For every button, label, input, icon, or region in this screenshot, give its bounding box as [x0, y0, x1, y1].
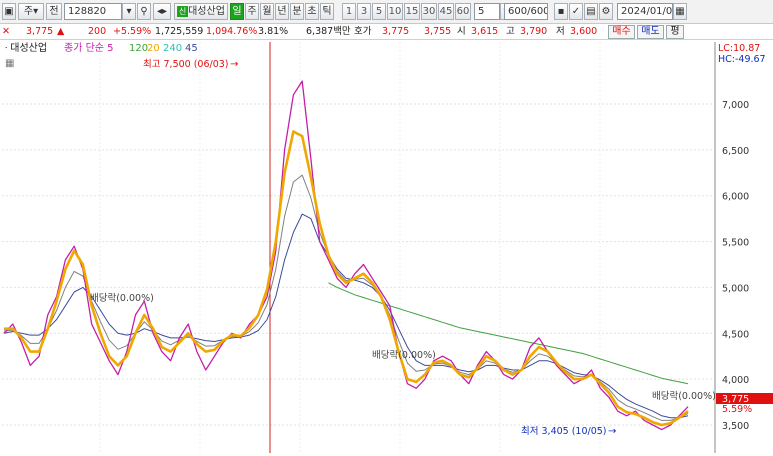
calendar-icon[interactable]: ▦: [673, 3, 687, 20]
interval-1[interactable]: 1: [342, 3, 356, 20]
y-tick-label: 6,500: [722, 146, 749, 157]
search-icon[interactable]: ⚲: [137, 3, 151, 20]
prev-next-icon[interactable]: ◂▸: [153, 3, 171, 20]
volume-ratio: 1,094.76%: [206, 26, 258, 37]
chart-toolbar: ▣ 주▾ 전 128820 ▾ ⚲ ◂▸ 신 대성산업 일 주 월 년 분 초 틱…: [0, 0, 773, 24]
ho-label: 호가: [354, 26, 372, 37]
period-month[interactable]: 월: [260, 3, 274, 20]
chart-svg: 7,000 6,500 6,000 5,500 5,000 4,500 4,000 3,500…: [2, 42, 773, 453]
price-chart[interactable]: 7,000 6,500 6,000 5,500 5,000 4,500 4,000 3,500…: [0, 42, 773, 453]
stock-name-field: 신 대성산업: [174, 3, 228, 20]
save-icon[interactable]: ▤: [584, 3, 598, 20]
change: 200: [88, 26, 107, 37]
interval-30[interactable]: 30: [421, 3, 437, 20]
count-input[interactable]: 600/600: [504, 3, 548, 20]
y-tick-label: 5,500: [722, 238, 749, 249]
legend-ma45: 45: [185, 43, 198, 54]
legend-ma120: 120: [129, 43, 149, 54]
price-axis: 7,000 6,500 6,000 5,500 5,000 4,500 4,000 3,500: [722, 100, 749, 432]
legend-name: ㆍ대성산업: [2, 43, 48, 54]
panel-icon[interactable]: ▣: [2, 3, 16, 20]
stock-badge-icon: 신: [177, 5, 189, 17]
y-tick-label: 6,000: [722, 192, 749, 203]
amount: 6,387백만: [306, 26, 351, 37]
open: 3,615: [471, 26, 499, 37]
hc-label: HC:-49.67: [718, 54, 766, 65]
low-label: 저: [556, 26, 565, 37]
y-tick-label: 4,500: [722, 329, 749, 340]
stock-name: 대성산업: [188, 6, 225, 17]
sell-button[interactable]: 매도: [637, 25, 664, 39]
ma45-line: [3, 213, 689, 419]
gear-icon[interactable]: ⚙: [599, 3, 613, 20]
low-note: 최저 3,405 (10/05): [521, 426, 607, 437]
low: 3,600: [570, 26, 598, 37]
interval-5[interactable]: 5: [372, 3, 386, 20]
lc-label: LC:10.87: [718, 43, 760, 54]
interval-60[interactable]: 60: [455, 3, 471, 20]
type-select[interactable]: 주▾: [18, 3, 44, 20]
chart-series: [3, 80, 689, 431]
type-select-label: 주: [23, 6, 34, 17]
open-label: 시: [457, 26, 466, 37]
period-year[interactable]: 년: [275, 3, 289, 20]
period-tick[interactable]: 틱: [320, 3, 334, 20]
code-dropdown-icon[interactable]: ▾: [122, 3, 136, 20]
turnover: 3.81%: [258, 26, 289, 37]
date-input[interactable]: 2024/01/04: [617, 3, 673, 20]
grid-icon[interactable]: ▦: [5, 58, 14, 69]
interval-input[interactable]: 5: [474, 3, 500, 20]
period-minute[interactable]: 분: [290, 3, 304, 20]
current-pct-label: 5.59%: [722, 404, 752, 415]
period-day[interactable]: 일: [230, 3, 244, 20]
volume: 1,725,559: [155, 26, 204, 37]
high-note: 최고 7,500 (06/03): [143, 59, 229, 70]
interval-45[interactable]: 45: [438, 3, 454, 20]
tool-icon[interactable]: ▪: [554, 3, 568, 20]
interval-15[interactable]: 15: [404, 3, 420, 20]
legend-ma20: 20: [147, 43, 160, 54]
period-second[interactable]: 초: [305, 3, 319, 20]
high-label: 고: [506, 26, 515, 37]
jeon-button[interactable]: 전: [46, 3, 62, 20]
change-pct: +5.59%: [113, 26, 152, 37]
legend-ma240: 240: [163, 43, 183, 54]
y-tick-label: 7,000: [722, 100, 749, 111]
price: 3,775: [26, 26, 54, 37]
period-week[interactable]: 주: [245, 3, 259, 20]
dividend-note-1: 배당락(0.00%): [90, 292, 154, 304]
up-arrow-icon: ▲: [57, 26, 65, 37]
dividend-note-3: 배당락(0.00%): [652, 390, 716, 402]
y-tick-label: 3,500: [722, 421, 749, 432]
y-tick-label: 5,000: [722, 283, 749, 294]
high: 3,790: [520, 26, 548, 37]
close-icon[interactable]: ✕: [2, 25, 10, 39]
eval-button[interactable]: 평: [666, 25, 684, 39]
low-arrow-icon: →: [608, 426, 616, 437]
interval-10[interactable]: 10: [387, 3, 403, 20]
check-icon[interactable]: ✓: [569, 3, 583, 20]
interval-3[interactable]: 3: [357, 3, 371, 20]
y-tick-label: 4,000: [722, 375, 749, 386]
legend-price-ma: 종가 단순 5: [64, 43, 114, 54]
stock-code-input[interactable]: 128820: [64, 3, 122, 20]
buy-button[interactable]: 매수: [608, 25, 635, 39]
high-arrow-icon: →: [230, 59, 238, 70]
ask: 3,775: [382, 26, 410, 37]
dividend-note-2: 배당락(0.00%): [372, 349, 436, 361]
bid: 3,755: [424, 26, 452, 37]
